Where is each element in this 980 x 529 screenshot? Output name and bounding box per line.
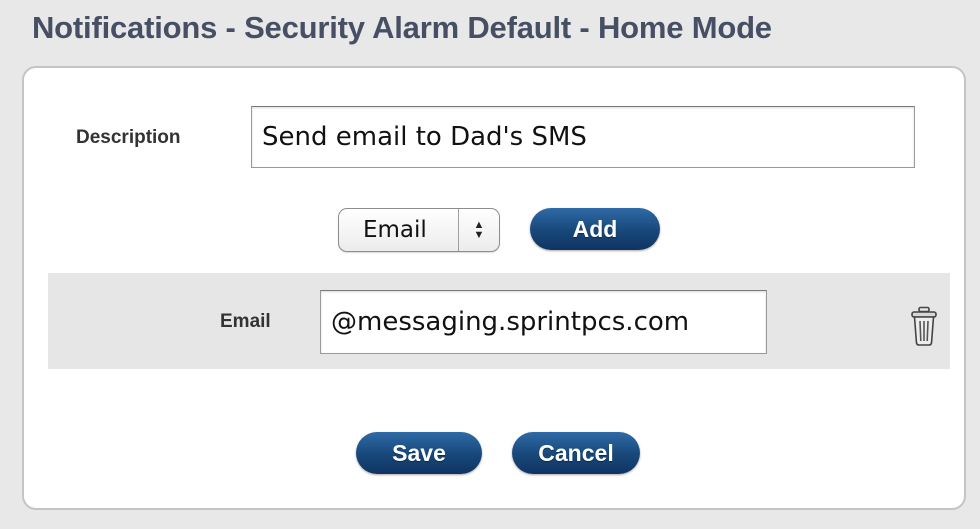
save-button[interactable]: Save	[356, 432, 482, 474]
select-selected-value: Email	[363, 217, 427, 243]
description-label: Description	[76, 127, 181, 148]
email-label: Email	[220, 311, 271, 332]
cancel-button[interactable]: Cancel	[512, 432, 640, 474]
email-input[interactable]	[320, 290, 767, 354]
trash-icon[interactable]	[910, 306, 938, 346]
page-title: Notifications - Security Alarm Default -…	[32, 10, 772, 45]
email-row: Email	[48, 273, 950, 369]
description-input[interactable]	[251, 106, 915, 168]
updown-arrows-icon: ▲ ▼	[473, 219, 485, 241]
add-button[interactable]: Add	[530, 208, 660, 250]
notification-type-select[interactable]: Email ▲ ▼	[338, 208, 500, 252]
notification-form-panel: Description Email ▲▼ Add Email Save Canc…	[22, 66, 966, 510]
